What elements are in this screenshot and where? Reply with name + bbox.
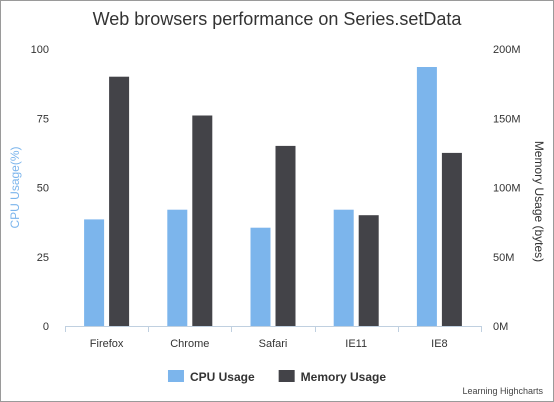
y-right-tick-label: 150M <box>493 113 521 125</box>
legend-item-cpu-usage[interactable]: CPU Usage <box>167 370 255 384</box>
bar-cpu-usage[interactable] <box>84 219 105 326</box>
legend-label: CPU Usage <box>190 370 255 384</box>
bar-memory-usage[interactable] <box>192 115 213 327</box>
legend-label: Memory Usage <box>301 370 387 384</box>
bar-cpu-usage[interactable] <box>333 209 354 326</box>
legend-swatch <box>278 370 295 382</box>
y-left-axis-title: CPU Usage(%) <box>8 146 22 228</box>
x-tick-label: IE8 <box>431 338 448 350</box>
y-left-tick-label: 100 <box>31 44 49 56</box>
bar-cpu-usage[interactable] <box>416 67 437 326</box>
y-right-tick-label: 200M <box>493 44 521 56</box>
bar-memory-usage[interactable] <box>441 152 462 326</box>
x-tick-label: Firefox <box>90 338 124 350</box>
x-tick-label: Chrome <box>170 338 209 350</box>
y-right-axis-title: Memory Usage (bytes) <box>532 141 546 262</box>
bar-cpu-usage[interactable] <box>167 209 188 326</box>
y-right-tick-label: 0M <box>493 321 508 333</box>
x-tick-label: IE11 <box>345 338 367 350</box>
legend-item-memory-usage[interactable]: Memory Usage <box>278 370 387 384</box>
chart-title: Web browsers performance on Series.setDa… <box>93 9 463 29</box>
y-left-tick-label: 25 <box>37 252 49 264</box>
chart-svg: Web browsers performance on Series.setDa… <box>8 9 546 396</box>
y-right-tick-label: 100M <box>493 183 521 195</box>
legend-swatch <box>167 370 184 382</box>
y-left-tick-label: 50 <box>37 183 49 195</box>
credits-label[interactable]: Learning Highcharts <box>462 386 543 396</box>
bar-memory-usage[interactable] <box>275 145 296 326</box>
bar-memory-usage[interactable] <box>109 76 130 326</box>
y-left-tick-label: 0 <box>43 321 49 333</box>
bar-memory-usage[interactable] <box>358 215 379 326</box>
bars-group <box>84 67 462 326</box>
bar-cpu-usage[interactable] <box>250 227 271 326</box>
x-tick-label: Safari <box>259 338 288 350</box>
y-right-tick-label: 50M <box>493 252 514 264</box>
y-left-tick-label: 75 <box>37 113 49 125</box>
legend[interactable]: CPU Usage Memory Usage <box>167 370 387 384</box>
chart-container: Web browsers performance on Series.setDa… <box>0 0 554 402</box>
